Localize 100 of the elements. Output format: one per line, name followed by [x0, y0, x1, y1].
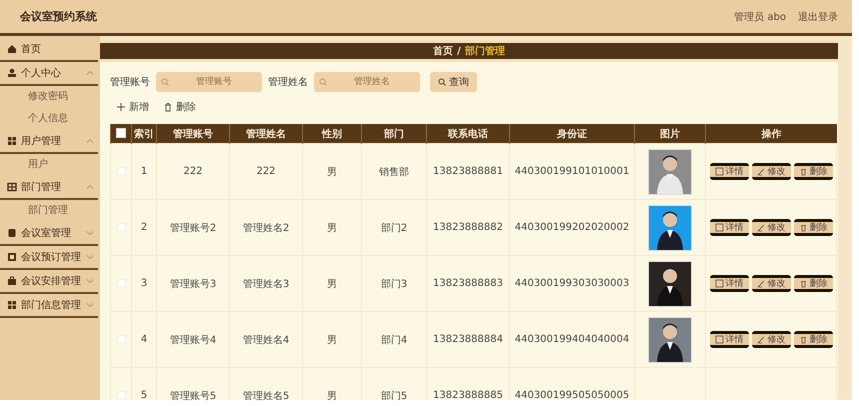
- table-cell: 440300199505050005: [514, 390, 630, 400]
- edit-button[interactable]: 修改: [752, 163, 790, 180]
- column-header: 操作: [706, 124, 836, 144]
- detail-button[interactable]: 详情: [710, 275, 748, 292]
- chevron-icon: [86, 184, 94, 190]
- detail-button[interactable]: 详情: [710, 219, 748, 236]
- trash-icon: [798, 167, 808, 176]
- submenu-item[interactable]: 个人信息: [0, 108, 100, 130]
- delete-button[interactable]: 删除: [794, 331, 832, 348]
- menu-item[interactable]: 部门信息管理: [0, 294, 98, 318]
- edit-button[interactable]: 修改: [752, 275, 790, 292]
- field-label: 管理账号: [110, 76, 150, 89]
- table-cell: 4: [140, 334, 148, 345]
- menu-item[interactable]: 会议预订管理: [0, 246, 98, 270]
- table-cell: 13823888881: [433, 166, 503, 177]
- select-all-checkbox[interactable]: [116, 128, 126, 138]
- app-title: 会议室预约系统: [20, 9, 97, 24]
- table-cell: 管理姓名3: [242, 278, 290, 290]
- delete-button[interactable]: 删除: [163, 98, 196, 116]
- briefcase-icon: [7, 276, 17, 286]
- add-button[interactable]: 新增: [116, 98, 149, 116]
- home-icon: [7, 44, 17, 54]
- document-icon: [714, 167, 724, 176]
- trash-icon: [798, 279, 808, 288]
- person-icon: [7, 68, 17, 78]
- edit-button[interactable]: 修改: [752, 219, 790, 236]
- table-cell: 13823888885: [433, 390, 503, 400]
- search-button[interactable]: 查询: [430, 72, 477, 92]
- square-icon: [7, 252, 17, 262]
- document-icon: [714, 335, 724, 344]
- delete-button[interactable]: 删除: [794, 275, 832, 292]
- search-field[interactable]: 管理账号: [156, 72, 262, 92]
- menu-item[interactable]: 部门管理: [0, 176, 98, 200]
- chevron-icon: [86, 278, 94, 284]
- table-cell: 5: [140, 390, 148, 400]
- table-cell: 3: [140, 278, 148, 289]
- table-cell: 管理姓名2: [242, 222, 290, 234]
- pen-icon: [756, 167, 766, 176]
- column-header: 管理账号: [156, 124, 230, 144]
- table-icon: [7, 182, 17, 192]
- chevron-icon: [86, 138, 94, 144]
- search-icon: [438, 78, 446, 86]
- submenu-item[interactable]: 部门管理: [0, 200, 100, 222]
- table-cell: 管理账号3: [170, 278, 216, 290]
- row-checkbox[interactable]: [116, 390, 126, 400]
- table-cell: 440300199404040004: [514, 334, 630, 345]
- table-cell: 男: [327, 166, 337, 178]
- breadcrumb-item: 部门管理: [464, 44, 505, 58]
- table-cell: 222: [183, 166, 203, 177]
- column-header: 部门: [362, 124, 426, 144]
- table-cell: 222: [256, 166, 276, 177]
- detail-button[interactable]: 详情: [710, 163, 748, 180]
- table-cell: 部门3: [380, 278, 408, 290]
- table-cell: 部门2: [380, 222, 408, 234]
- chevron-icon: [86, 254, 94, 260]
- delete-button[interactable]: 删除: [794, 163, 832, 180]
- menu-item[interactable]: 会议安排管理: [0, 270, 98, 294]
- trash-icon: [798, 335, 808, 344]
- edit-button[interactable]: 修改: [752, 331, 790, 348]
- document-icon: [714, 223, 724, 232]
- table-cell: 男: [327, 278, 337, 290]
- plus-icon: [116, 102, 126, 112]
- detail-button[interactable]: 详情: [710, 331, 748, 348]
- column-header: 联系电话: [426, 124, 510, 144]
- table-cell: 男: [327, 334, 337, 346]
- column-header: 管理姓名: [230, 124, 302, 144]
- chevron-icon: [86, 70, 94, 76]
- menu-item[interactable]: 首页: [0, 38, 98, 62]
- search-icon: [319, 78, 327, 86]
- logout-link[interactable]: 退出登录: [798, 10, 838, 24]
- trash-icon: [163, 102, 173, 112]
- table-cell: 13823888884: [433, 334, 503, 345]
- table-cell: 部门5: [380, 390, 408, 400]
- column-header: 索引: [132, 124, 156, 144]
- cylinder-icon: [7, 228, 17, 238]
- pen-icon: [756, 279, 766, 288]
- delete-button[interactable]: 删除: [794, 219, 832, 236]
- table-cell: 1: [140, 166, 148, 177]
- menu-item[interactable]: 个人中心: [0, 62, 98, 86]
- table-cell: 管理账号4: [170, 334, 216, 346]
- search-icon: [161, 78, 169, 86]
- table-cell: 管理账号2: [170, 222, 216, 234]
- column-header: 身份证: [510, 124, 634, 144]
- chevron-icon: [86, 230, 94, 236]
- menu-item[interactable]: 会议室管理: [0, 222, 98, 246]
- grid-icon: [7, 136, 17, 146]
- pen-icon: [756, 223, 766, 232]
- table-cell: 男: [327, 222, 337, 234]
- table-cell: 440300199202020002: [514, 222, 630, 233]
- menu-item[interactable]: 用户管理: [0, 130, 98, 154]
- chevron-icon: [86, 302, 94, 308]
- submenu-item[interactable]: 修改密码: [0, 86, 100, 108]
- submenu-item[interactable]: 用户: [0, 154, 100, 176]
- column-header: 性别: [302, 124, 362, 144]
- table-cell: 13823888882: [433, 222, 503, 233]
- search-field[interactable]: 管理姓名: [314, 72, 420, 92]
- breadcrumb-item[interactable]: 首页: [433, 44, 454, 58]
- breadcrumb-separator: /: [457, 46, 461, 56]
- table-cell: 440300199101010001: [514, 166, 630, 177]
- trash-icon: [798, 223, 808, 232]
